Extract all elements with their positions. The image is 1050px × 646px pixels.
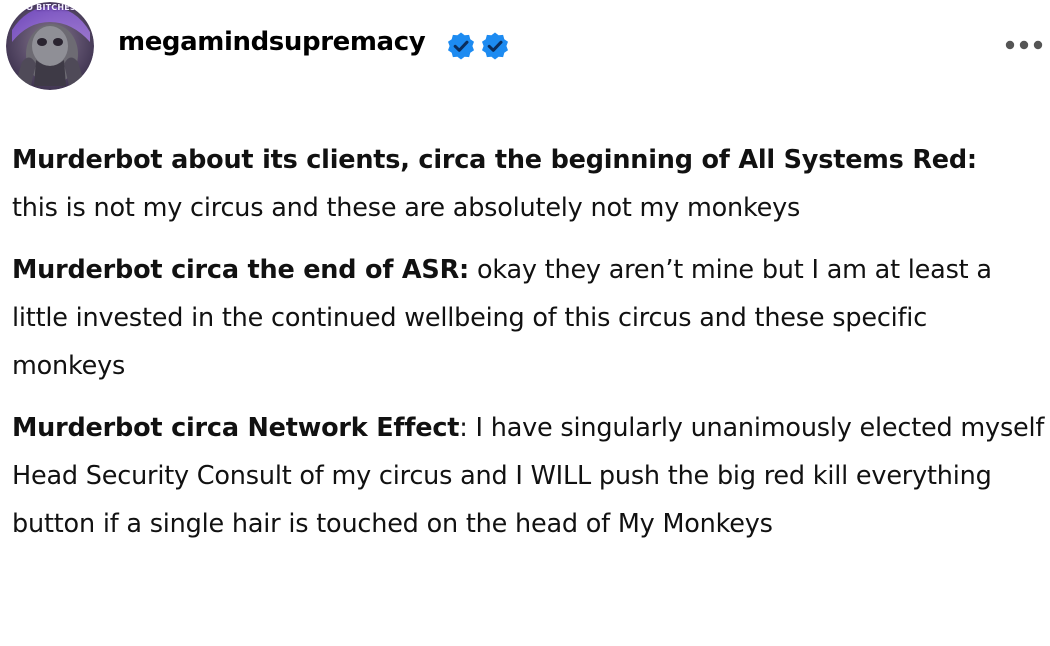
post-body: Murderbot about its clients, circa the b…: [12, 136, 1046, 562]
post-paragraph: Murderbot circa the end of ASR: okay the…: [12, 246, 1046, 390]
verified-badge-icon: [448, 32, 474, 60]
paragraph-bold-lead: Murderbot about its clients, circa the b…: [12, 145, 977, 175]
paragraph-text: this is not my circus and these are abso…: [12, 193, 801, 223]
post-paragraph: Murderbot about its clients, circa the b…: [12, 136, 1046, 232]
author-username[interactable]: megamindsupremacy: [118, 27, 426, 57]
avatar-caption: NO BITCHES?: [19, 3, 81, 12]
avatar-image: [6, 2, 94, 90]
tumblr-post: NO BITCHES? megamindsupremacy Murderbot …: [0, 0, 1050, 646]
verified-badges: [446, 31, 516, 61]
verified-badge-icon: [482, 32, 508, 60]
post-paragraph: Murderbot circa Network Effect: I have s…: [12, 404, 1046, 548]
avatar[interactable]: NO BITCHES?: [6, 2, 94, 90]
paragraph-bold-lead: Murderbot circa the end of ASR:: [12, 255, 470, 285]
more-options-icon[interactable]: [1004, 37, 1044, 53]
post-header: NO BITCHES? megamindsupremacy: [0, 0, 1050, 92]
paragraph-bold-lead: Murderbot circa Network Effect: [12, 413, 460, 443]
